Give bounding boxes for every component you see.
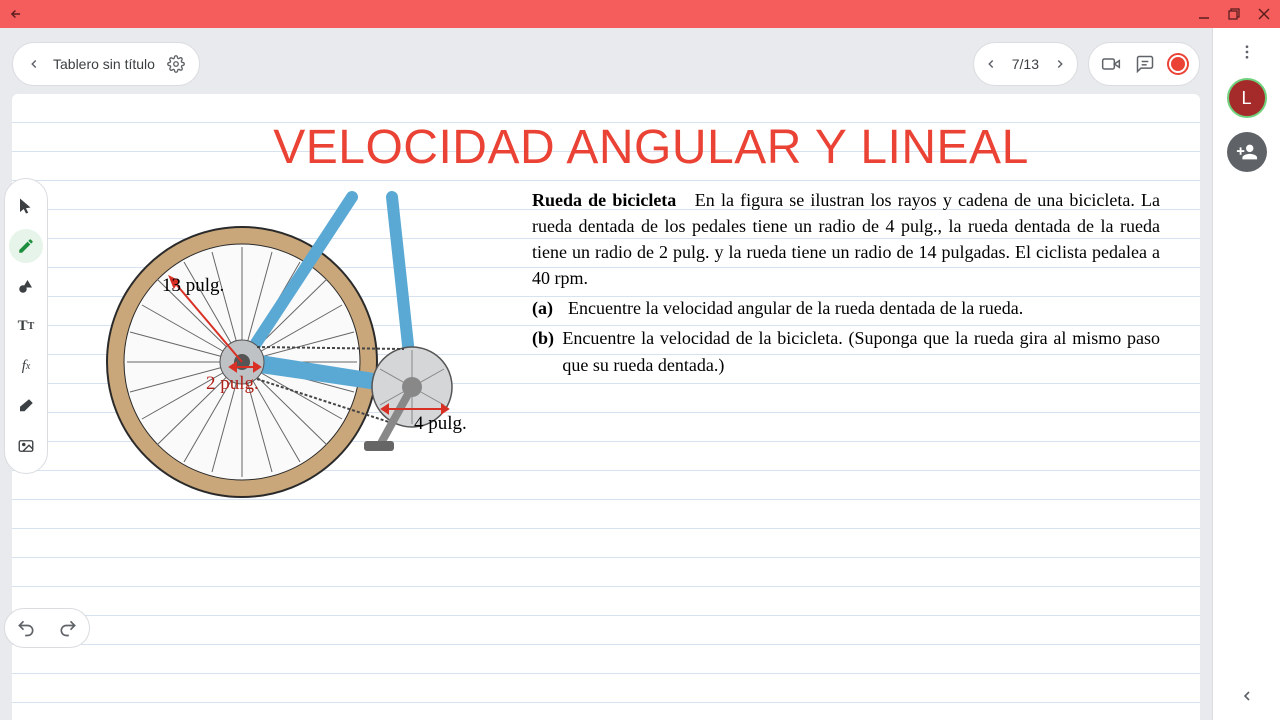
minimize-icon[interactable] [1196, 6, 1212, 22]
meeting-controls [1088, 42, 1200, 86]
top-toolbar: Tablero sin título 7/13 [12, 42, 1200, 86]
video-icon[interactable] [1101, 54, 1121, 74]
restore-icon[interactable] [1226, 6, 1242, 22]
text-tool[interactable]: TT [9, 309, 43, 343]
page-navigator: 7/13 [973, 42, 1078, 86]
question-a: (a) Encuentre la velocidad angular de la… [532, 295, 1160, 321]
record-icon[interactable] [1169, 55, 1187, 73]
pen-tool[interactable] [9, 229, 43, 263]
bicycle-diagram: 13 pulg. 2 pulg. 4 pulg. [92, 187, 512, 517]
page-indicator: 7/13 [1012, 56, 1039, 72]
undo-redo-pill [4, 608, 90, 648]
eraser-tool[interactable] [9, 389, 43, 423]
wheel-radius-label: 13 pulg. [162, 275, 224, 297]
image-tool[interactable] [9, 429, 43, 463]
question-b: (b) Encuentre la velocidad de la bicicle… [532, 325, 1160, 377]
rear-gear-label: 2 pulg. [206, 373, 259, 395]
more-options-icon[interactable] [1235, 40, 1259, 64]
board-title: Tablero sin título [53, 56, 155, 72]
problem-text: Rueda de bicicleta En la figura se ilust… [532, 187, 1170, 378]
function-tool[interactable]: fx [9, 349, 43, 383]
gear-icon[interactable] [167, 55, 185, 73]
close-icon[interactable] [1256, 6, 1272, 22]
user-avatar[interactable]: L [1227, 78, 1267, 118]
page-title: VELOCIDAD ANGULAR Y LINEAL [132, 120, 1170, 175]
chat-icon[interactable] [1135, 54, 1155, 74]
chevron-left-icon[interactable] [27, 57, 41, 71]
problem-title: Rueda de bicicleta [532, 190, 676, 210]
shapes-tool[interactable] [9, 269, 43, 303]
board-title-chip[interactable]: Tablero sin título [12, 42, 200, 86]
tool-rail: TT fx [4, 178, 48, 474]
whiteboard-canvas[interactable]: VELOCIDAD ANGULAR Y LINEAL [12, 94, 1200, 720]
back-icon[interactable] [8, 6, 24, 22]
prev-page-button[interactable] [984, 57, 998, 71]
add-people-button[interactable] [1227, 132, 1267, 172]
window-titlebar [0, 0, 1280, 28]
redo-button[interactable] [58, 618, 78, 638]
next-page-button[interactable] [1053, 57, 1067, 71]
select-tool[interactable] [9, 189, 43, 223]
front-gear-label: 4 pulg. [414, 413, 467, 435]
meet-sidebar: L [1212, 28, 1280, 720]
collapse-sidebar-icon[interactable] [1239, 688, 1255, 704]
undo-button[interactable] [16, 618, 36, 638]
